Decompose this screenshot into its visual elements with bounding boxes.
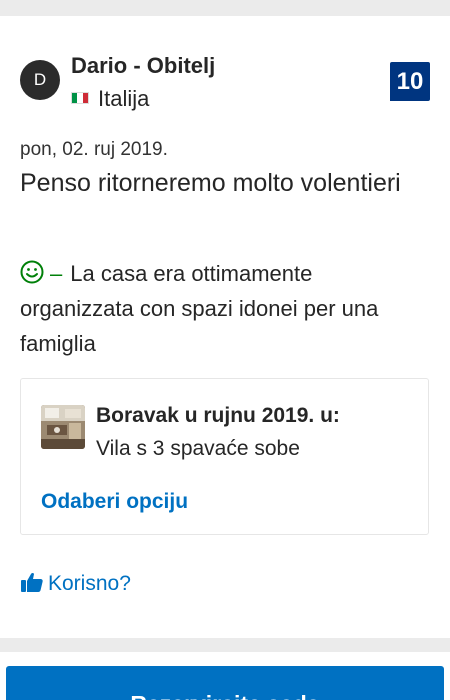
review-page: D Dario - Obitelj Italija 10 pon, 02. ru… [0,0,450,700]
review-date: pon, 02. ruj 2019. [20,139,168,160]
positive-dash: – [50,261,63,286]
reserve-button[interactable]: Rezervirajte sada [6,666,444,700]
reviewer-country: Italija [71,86,149,112]
smile-icon [20,260,44,284]
review-title: Penso ritorneremo molto volentieri [20,169,401,197]
thumbs-up-icon [20,571,44,593]
avatar: D [20,60,60,100]
helpful-button[interactable]: Korisno? [20,571,131,596]
reviewer-name: Dario - Obitelj [71,53,216,78]
country-label: Italija [98,86,150,111]
stay-period: Boravak u rujnu 2019. u: [96,404,340,427]
italy-flag-icon [71,92,89,104]
bottom-section-divider [0,638,450,652]
review-positive-text: – La casa era ottimamente organizzata con… [20,256,432,361]
review-header: D Dario - Obitelj Italija 10 [20,53,430,112]
stay-room-type: Vila s 3 spavaće sobe [96,437,300,460]
top-section-divider [0,0,450,16]
positive-comment: La casa era ottimamente organizzata con … [20,261,379,356]
review-score-badge: 10 [390,62,430,101]
helpful-label: Korisno? [48,572,131,595]
choose-option-link[interactable]: Odaberi opciju [41,490,188,514]
room-thumbnail [41,405,85,449]
stay-info-card: Boravak u rujnu 2019. u: Vila s 3 spavać… [20,378,429,535]
